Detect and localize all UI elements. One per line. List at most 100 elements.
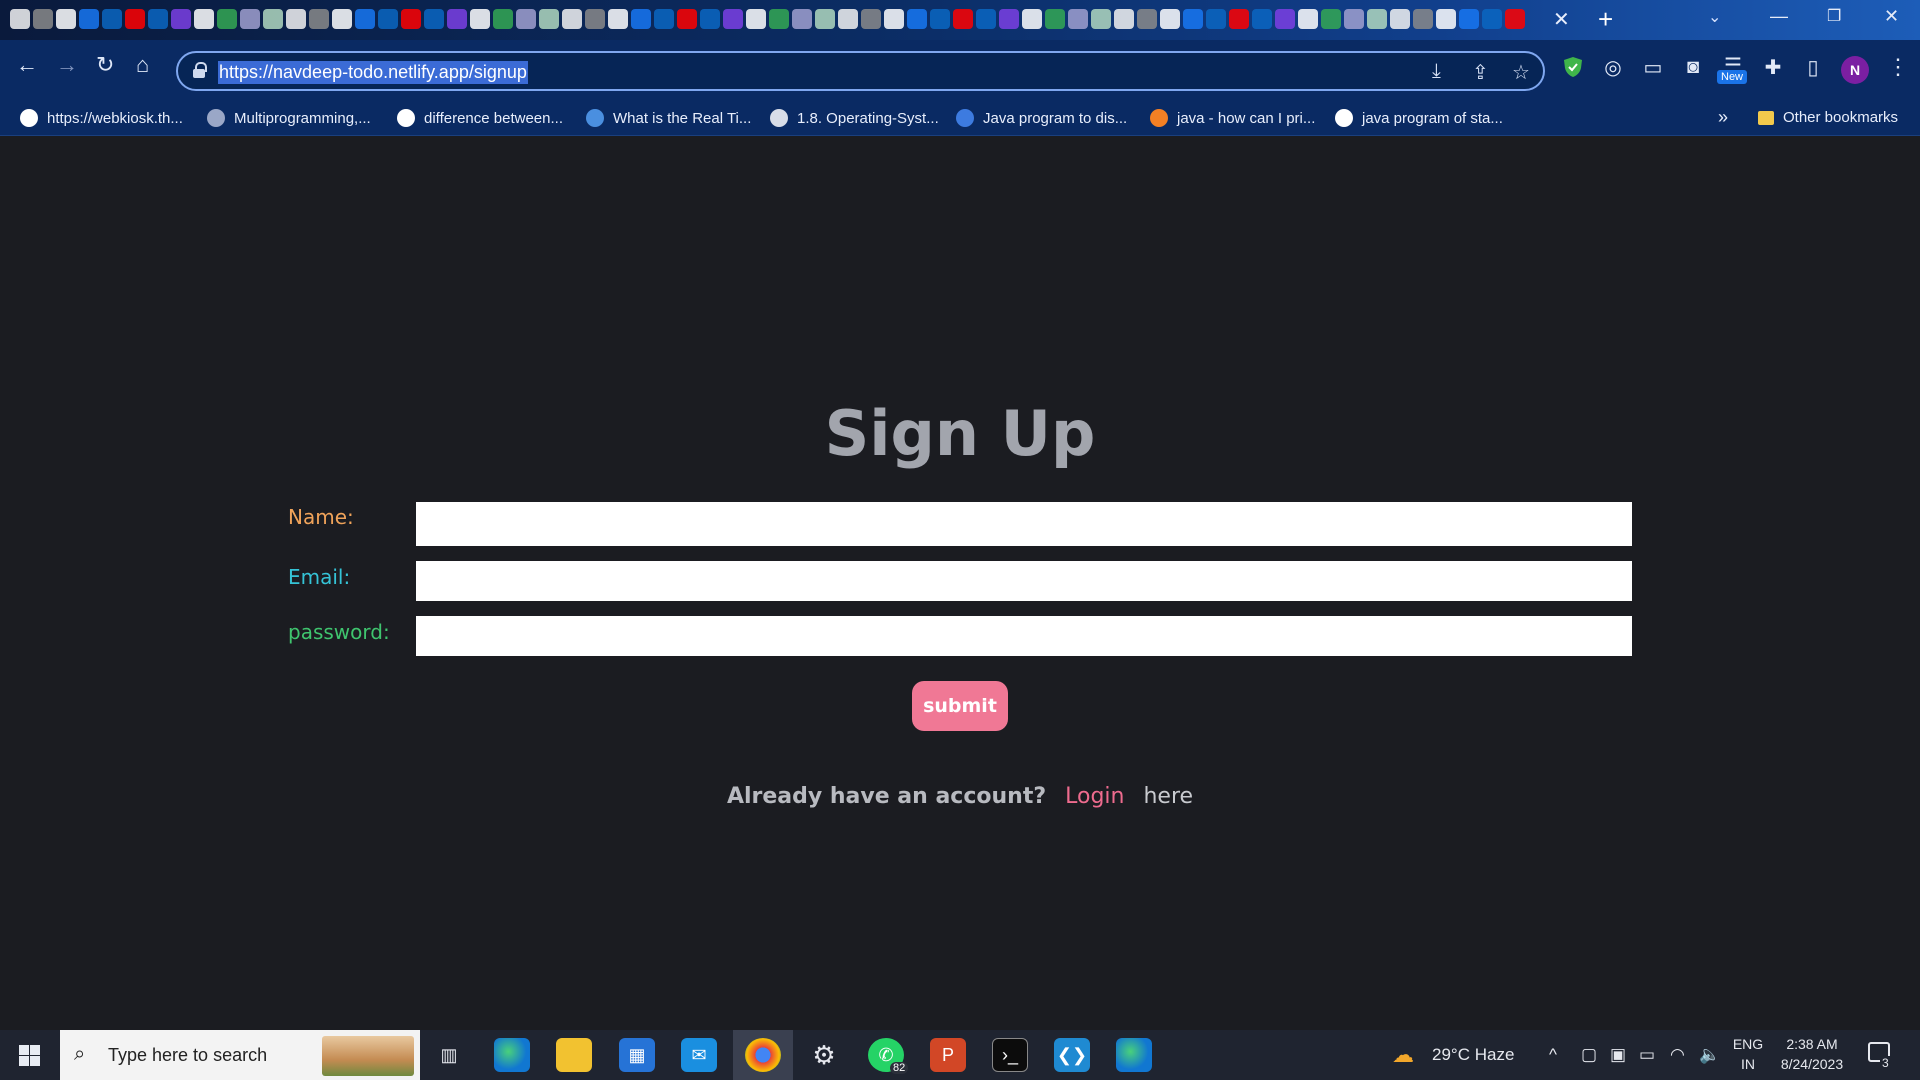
pinned-tab-favicon-icon[interactable] [1505,9,1525,29]
pinned-tab-favicon-icon[interactable] [953,9,973,29]
address-bar[interactable]: https://navdeep-todo.netlify.app/signup … [176,51,1545,91]
bookmark-item[interactable]: difference between... [397,109,563,127]
pinned-tab-favicon-icon[interactable] [1459,9,1479,29]
pinned-tab-favicon-icon[interactable] [562,9,582,29]
tab-search-chevron-icon[interactable]: ⌄ [1708,7,1721,27]
wifi-icon[interactable]: ◠ [1670,1045,1685,1065]
pinned-tab-favicon-icon[interactable] [861,9,881,29]
edge-icon[interactable] [494,1038,530,1072]
pinned-tab-favicon-icon[interactable] [1252,9,1272,29]
submit-button[interactable]: submit [912,681,1008,731]
pinned-tab-favicon-icon[interactable] [217,9,237,29]
pinned-tab-favicon-icon[interactable] [240,9,260,29]
pinned-tab-favicon-icon[interactable] [1275,9,1295,29]
pinned-tab-favicon-icon[interactable] [10,9,30,29]
task-view-icon[interactable]: ▥ [431,1038,467,1072]
pinned-tab-favicon-icon[interactable] [1045,9,1065,29]
pinned-tab-favicon-icon[interactable] [378,9,398,29]
login-link[interactable]: Login [1065,784,1124,809]
edge-dev-icon[interactable] [1116,1038,1152,1072]
camera-extension-icon[interactable]: ◙ [1680,54,1706,80]
pinned-tab-favicon-icon[interactable] [148,9,168,29]
close-tab-icon[interactable]: ✕ [1553,7,1570,32]
pinned-tab-favicon-icon[interactable] [1436,9,1456,29]
pinned-tab-favicon-icon[interactable] [769,9,789,29]
other-bookmarks-folder[interactable]: Other bookmarks [1758,109,1898,126]
pinned-tab-favicon-icon[interactable] [700,9,720,29]
bookmark-item[interactable]: Multiprogramming,... [207,109,371,127]
target-extension-icon[interactable]: ◎ [1600,54,1626,80]
bookmark-item[interactable]: https://webkiosk.th... [20,109,183,127]
back-button[interactable]: ← [16,54,38,76]
pinned-tab-favicon-icon[interactable] [1367,9,1387,29]
pinned-tab-favicon-icon[interactable] [1229,9,1249,29]
pinned-tab-favicon-icon[interactable] [815,9,835,29]
pinned-tab-favicon-icon[interactable] [1022,9,1042,29]
pinned-tab-favicon-icon[interactable] [1344,9,1364,29]
browser-menu-icon[interactable]: ⋮ [1887,54,1909,80]
pinned-tab-favicon-icon[interactable] [1482,9,1502,29]
share-icon[interactable]: ⇪ [1472,60,1489,85]
pinned-tab-favicon-icon[interactable] [539,9,559,29]
reload-button[interactable]: ↻ [96,54,114,76]
pinned-tab-favicon-icon[interactable] [631,9,651,29]
pinned-tab-favicon-icon[interactable] [1137,9,1157,29]
name-input[interactable] [416,502,1632,546]
url-text[interactable]: https://navdeep-todo.netlify.app/signup [218,61,528,84]
onedrive-icon[interactable]: ▣ [1610,1045,1626,1065]
pinned-tab-favicon-icon[interactable] [654,9,674,29]
pinned-tab-favicon-icon[interactable] [608,9,628,29]
new-tab-button[interactable]: + [1598,4,1613,35]
bookmark-star-icon[interactable]: ☆ [1512,60,1530,85]
volume-icon[interactable]: 🔈 [1699,1045,1720,1065]
pinned-tab-favicon-icon[interactable] [171,9,191,29]
pinned-tab-favicon-icon[interactable] [194,9,214,29]
pinned-tab-favicon-icon[interactable] [424,9,444,29]
more-bookmarks-button[interactable]: » [1718,107,1728,128]
powerpoint-icon[interactable]: P [930,1038,966,1072]
pinned-tab-favicon-icon[interactable] [332,9,352,29]
bookmark-item[interactable]: Java program to dis... [956,109,1127,127]
pinned-tab-favicon-icon[interactable] [677,9,697,29]
pinned-tab-favicon-icon[interactable] [1068,9,1088,29]
cast-extension-icon[interactable]: ▭ [1640,54,1666,80]
pinned-tab-favicon-icon[interactable] [309,9,329,29]
pinned-tab-favicon-icon[interactable] [447,9,467,29]
show-hidden-icons-chevron[interactable]: ^ [1549,1045,1557,1065]
windows-start-button[interactable] [19,1045,40,1066]
pinned-tab-favicon-icon[interactable] [838,9,858,29]
pinned-tab-favicon-icon[interactable] [56,9,76,29]
weather-text[interactable]: 29°C Haze [1432,1045,1514,1065]
install-app-icon[interactable]: ⤓ [1432,60,1441,83]
bookmark-item[interactable]: java - how can I pri... [1150,109,1315,127]
system-clock[interactable]: 2:38 AM 8/24/2023 [1774,1036,1850,1072]
shield-extension-icon[interactable] [1560,54,1586,80]
minimize-window-button[interactable]: — [1770,6,1788,27]
pinned-tab-favicon-icon[interactable] [1114,9,1134,29]
mail-icon[interactable]: ✉ [681,1038,717,1072]
password-input[interactable] [416,616,1632,656]
email-input[interactable] [416,561,1632,601]
battery-icon[interactable]: ▭ [1639,1045,1655,1065]
home-button[interactable]: ⌂ [136,54,149,76]
pinned-tab-favicon-icon[interactable] [746,9,766,29]
pinned-tab-favicon-icon[interactable] [976,9,996,29]
weather-icon[interactable]: ☁ [1392,1042,1414,1068]
pinned-tab-favicon-icon[interactable] [493,9,513,29]
file-explorer-icon[interactable] [556,1038,592,1072]
forward-button[interactable]: → [56,54,78,76]
pinned-tab-favicon-icon[interactable] [286,9,306,29]
meet-now-icon[interactable]: ▢ [1581,1045,1597,1065]
settings-gear-icon[interactable]: ⚙ [806,1038,842,1072]
input-language[interactable]: ENG IN [1730,1036,1766,1072]
chrome-icon[interactable] [745,1038,781,1072]
pinned-tab-favicon-icon[interactable] [1390,9,1410,29]
pinned-tab-favicon-icon[interactable] [102,9,122,29]
pinned-tab-favicon-icon[interactable] [1321,9,1341,29]
pinned-tab-favicon-icon[interactable] [1206,9,1226,29]
terminal-icon[interactable]: ›_ [992,1038,1028,1072]
bookmark-item[interactable]: 1.8. Operating-Syst... [770,109,939,127]
pinned-tab-favicon-icon[interactable] [516,9,536,29]
pinned-tab-favicon-icon[interactable] [470,9,490,29]
pinned-tab-favicon-icon[interactable] [1183,9,1203,29]
